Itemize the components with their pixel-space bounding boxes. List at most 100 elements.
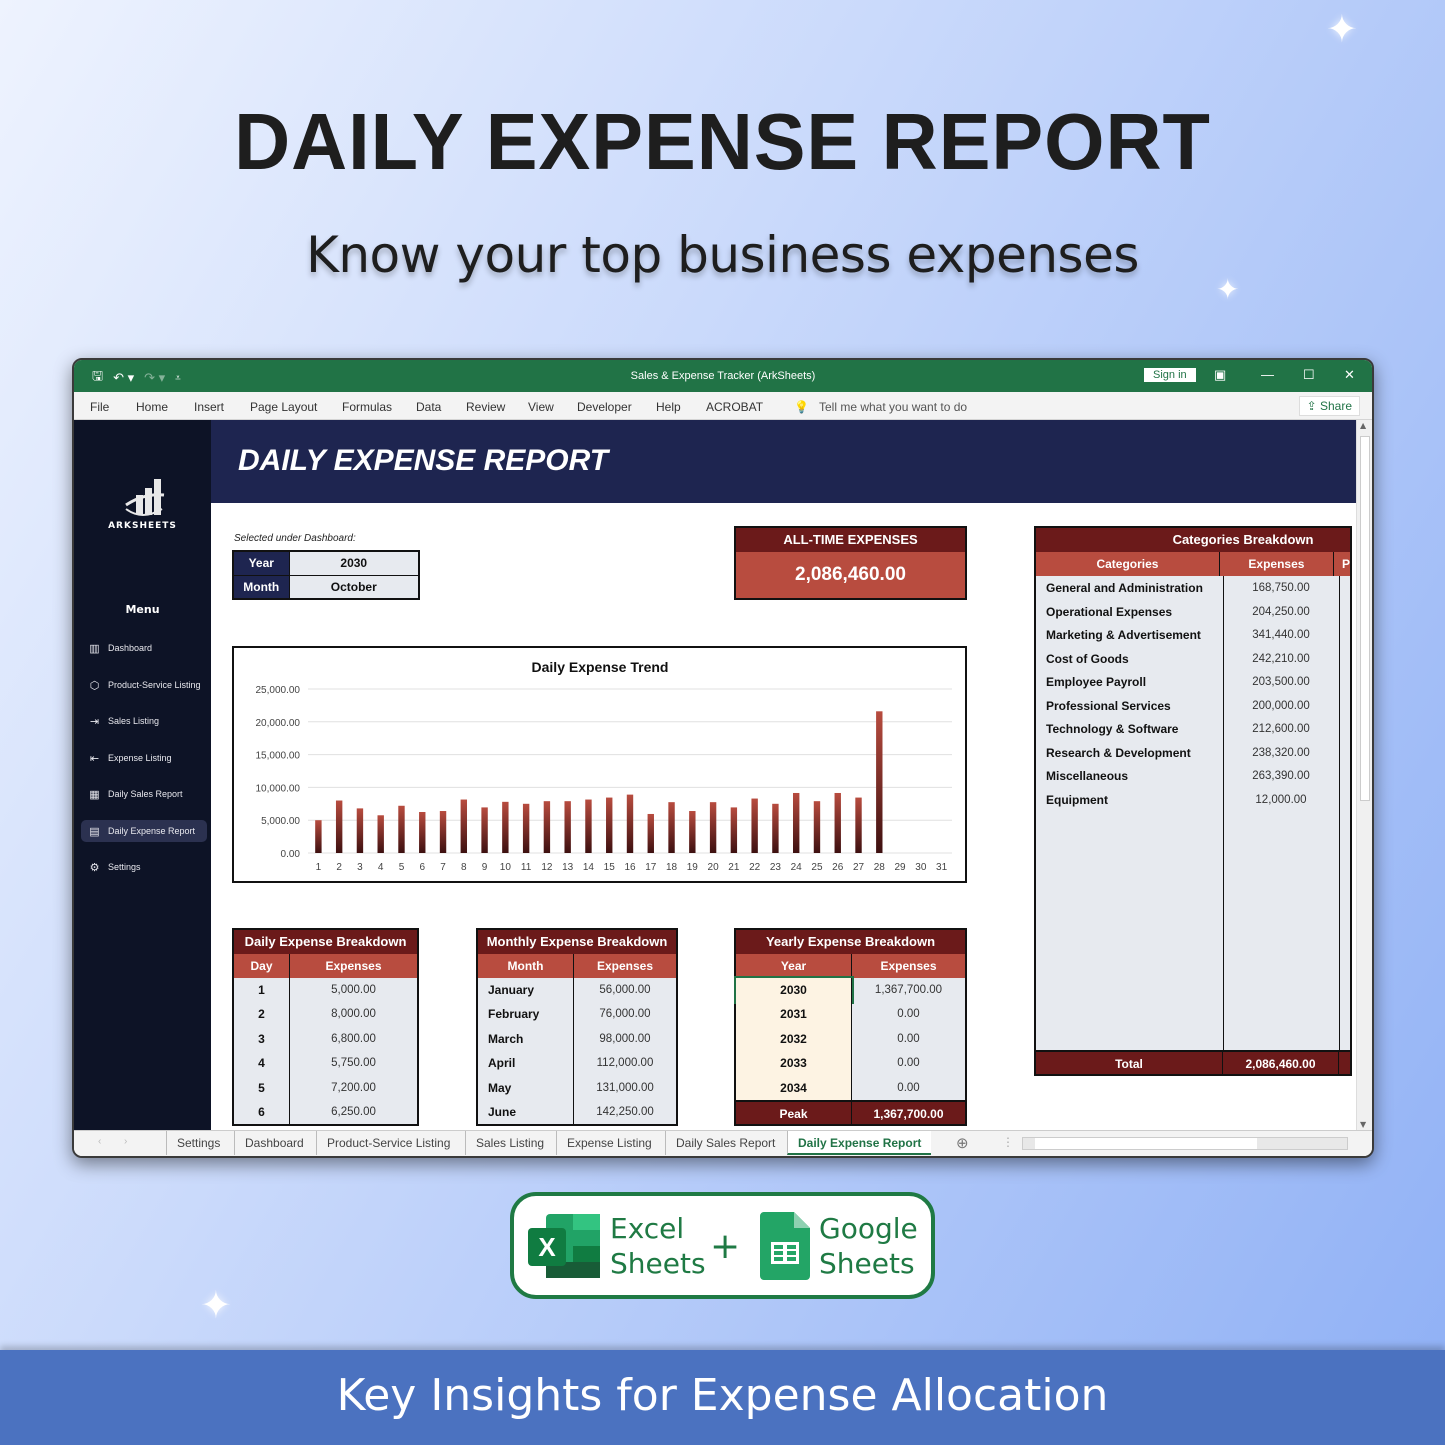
expense-cell[interactable]: 212,600.00 — [1223, 717, 1339, 741]
alltime-expenses-value[interactable]: 2,086,460.00 — [736, 552, 965, 598]
expense-cell[interactable]: 0.00 — [852, 1076, 965, 1100]
close-icon[interactable]: ✕ — [1344, 367, 1355, 383]
vertical-scrollbar[interactable]: ▲ ▼ — [1356, 420, 1372, 1130]
category-cell[interactable]: Marketing & Advertisement — [1036, 623, 1223, 647]
expense-cell[interactable]: 5,000.00 — [290, 978, 417, 1002]
ribbon-tab-view[interactable]: View — [528, 400, 554, 414]
tab-scroll-right-icon[interactable]: › — [124, 1136, 127, 1147]
sidebar-item-daily-expense-report[interactable]: ▤ Daily Expense Report — [81, 820, 207, 842]
expense-cell[interactable]: 238,320.00 — [1223, 741, 1339, 765]
year-cell[interactable]: 2034 — [736, 1075, 852, 1100]
scrollbar-thumb[interactable] — [1035, 1138, 1257, 1149]
expense-cell[interactable]: 203,500.00 — [1223, 670, 1339, 694]
chart-bar-day-22[interactable] — [751, 798, 758, 853]
day-cell[interactable]: 2 — [234, 1002, 290, 1027]
chart-bar-day-16[interactable] — [626, 794, 634, 853]
maximize-icon[interactable]: ☐ — [1303, 367, 1315, 383]
category-cell[interactable]: Technology & Software — [1036, 717, 1223, 741]
chart-bar-day-14[interactable] — [585, 799, 592, 853]
expense-cell[interactable]: 0.00 — [852, 1051, 965, 1075]
chart-bar-day-9[interactable] — [481, 807, 488, 853]
daily-expense-chart[interactable]: Daily Expense Trend 0.00 5,000.00 10,000.0… — [232, 646, 967, 883]
chart-bar-day-7[interactable] — [439, 811, 447, 853]
sheet-tab-daily-expense-report[interactable]: Daily Expense Report — [787, 1131, 932, 1155]
month-cell[interactable]: June — [478, 1099, 574, 1125]
chart-bar-day-19[interactable] — [689, 811, 696, 853]
month-value[interactable]: October — [288, 574, 420, 600]
add-sheet-icon[interactable]: ⊕ — [956, 1134, 969, 1152]
expense-cell[interactable]: 142,250.00 — [574, 1100, 676, 1124]
chart-bar-day-18[interactable] — [668, 802, 675, 853]
sidebar-item-daily-sales-report[interactable]: ▦ Daily Sales Report — [81, 783, 207, 805]
expense-cell[interactable]: 76,000.00 — [574, 1002, 676, 1026]
expense-cell[interactable]: 6,800.00 — [290, 1027, 417, 1051]
sidebar-item-sales-listing[interactable]: ⇥ Sales Listing — [81, 710, 207, 732]
total-value[interactable]: 2,086,460.00 — [1223, 1052, 1339, 1074]
chart-bar-day-12[interactable] — [543, 801, 551, 853]
splitter-handle[interactable]: ⋮ — [1002, 1135, 1014, 1149]
sheet-tab-settings[interactable]: Settings — [166, 1131, 230, 1155]
expense-cell[interactable]: 0.00 — [852, 1002, 965, 1026]
expense-cell[interactable]: 131,000.00 — [574, 1076, 676, 1100]
year-cell[interactable]: 2030 — [734, 975, 854, 1005]
category-cell[interactable]: Employee Payroll — [1036, 670, 1223, 694]
chart-bar-day-2[interactable] — [335, 800, 343, 853]
expense-cell[interactable]: 56,000.00 — [574, 978, 676, 1002]
minimize-icon[interactable]: — — [1261, 367, 1274, 382]
category-cell[interactable]: Operational Expenses — [1036, 600, 1223, 624]
expense-cell[interactable]: 341,440.00 — [1223, 623, 1339, 647]
ribbon-tab-formulas[interactable]: Formulas — [342, 400, 392, 414]
horizontal-scrollbar[interactable] — [1022, 1137, 1348, 1150]
month-cell[interactable]: May — [478, 1075, 574, 1100]
category-cell[interactable]: Cost of Goods — [1036, 647, 1223, 671]
chart-bar-day-26[interactable] — [834, 792, 841, 853]
category-cell[interactable]: General and Administration — [1036, 576, 1223, 600]
year-cell[interactable]: 2032 — [736, 1026, 852, 1052]
expense-cell[interactable]: 12,000.00 — [1223, 788, 1339, 812]
expense-cell[interactable]: 112,000.00 — [574, 1051, 676, 1075]
expense-cell[interactable]: 242,210.00 — [1223, 647, 1339, 671]
chart-bar-day-21[interactable] — [730, 807, 738, 853]
expense-cell[interactable]: 5,750.00 — [290, 1051, 417, 1075]
category-cell[interactable]: Equipment — [1036, 788, 1223, 812]
ribbon-tab-review[interactable]: Review — [466, 400, 505, 414]
day-cell[interactable]: 1 — [234, 978, 290, 1003]
ribbon-tab-help[interactable]: Help — [656, 400, 681, 414]
chart-bar-day-20[interactable] — [709, 802, 717, 853]
expense-cell[interactable]: 168,750.00 — [1223, 576, 1339, 600]
sheet-tab-daily-sales-report[interactable]: Daily Sales Report — [665, 1131, 785, 1155]
month-cell[interactable]: January — [478, 978, 574, 1003]
chart-bar-day-10[interactable] — [502, 801, 509, 853]
chart-bar-day-3[interactable] — [356, 808, 364, 853]
scroll-down-icon[interactable]: ▼ — [1360, 1120, 1366, 1129]
ribbon-tab-data[interactable]: Data — [416, 400, 441, 414]
peak-value[interactable]: 1,367,700.00 — [852, 1102, 965, 1124]
expense-cell[interactable]: 1,367,700.00 — [852, 978, 965, 1002]
chart-bar-day-27[interactable] — [855, 797, 862, 853]
sidebar-item-dashboard[interactable]: ▥ Dashboard — [81, 637, 207, 659]
month-cell[interactable]: April — [478, 1051, 574, 1076]
sidebar-item-settings[interactable]: ⚙ Settings — [81, 856, 207, 878]
chart-bar-day-4[interactable] — [377, 815, 384, 853]
share-button[interactable]: ⇪ Share — [1298, 396, 1360, 416]
chart-bar-day-8[interactable] — [460, 799, 468, 853]
scrollbar-thumb[interactable] — [1360, 436, 1370, 801]
ribbon-tab-file[interactable]: File — [90, 400, 109, 414]
month-cell[interactable]: February — [478, 1002, 574, 1027]
sheet-tab-dashboard[interactable]: Dashboard — [234, 1131, 314, 1155]
expense-cell[interactable]: 204,250.00 — [1223, 600, 1339, 624]
category-cell[interactable]: Professional Services — [1036, 694, 1223, 718]
sheet-tab-expense-listing[interactable]: Expense Listing — [556, 1131, 662, 1155]
ribbon-display-icon[interactable]: ▣ — [1214, 367, 1226, 383]
day-cell[interactable]: 6 — [234, 1099, 290, 1125]
year-cell[interactable]: 2031 — [736, 1002, 852, 1027]
year-cell[interactable]: 2033 — [736, 1051, 852, 1076]
month-cell[interactable]: March — [478, 1026, 574, 1052]
ribbon-tab-page-layout[interactable]: Page Layout — [250, 400, 317, 414]
scroll-up-icon[interactable]: ▲ — [1360, 421, 1366, 430]
chart-bar-day-15[interactable] — [606, 797, 613, 853]
chart-bar-day-5[interactable] — [398, 805, 405, 853]
ribbon-tab-home[interactable]: Home — [136, 400, 168, 414]
chart-bar-day-17[interactable] — [647, 813, 654, 853]
day-cell[interactable]: 5 — [234, 1075, 290, 1100]
